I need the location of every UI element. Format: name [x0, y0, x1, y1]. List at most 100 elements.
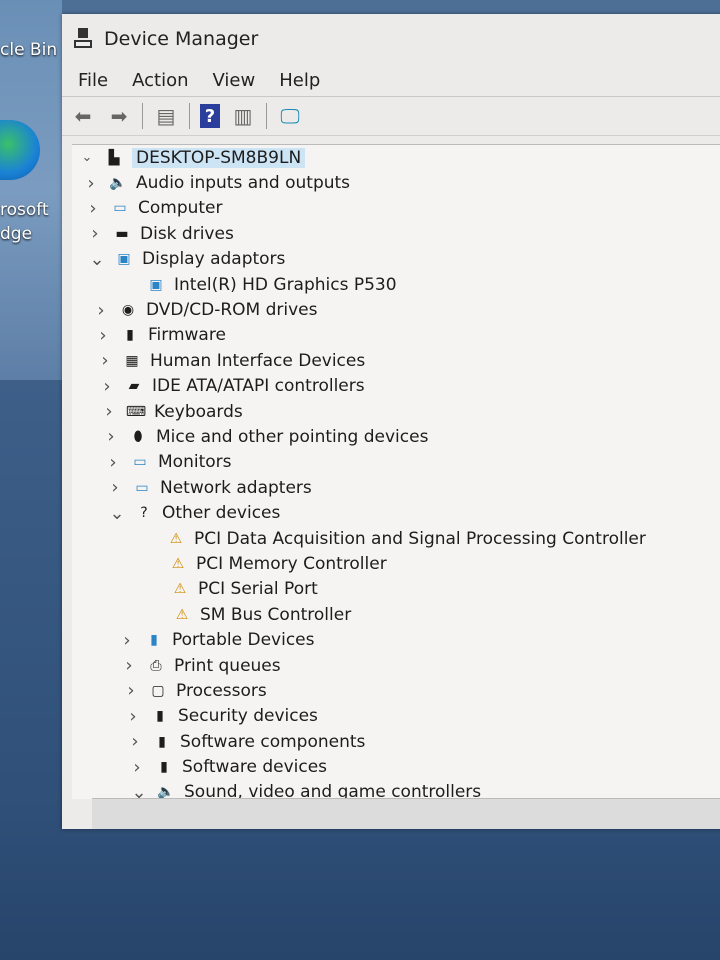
toolbar-divider — [189, 103, 190, 129]
tree-item-label: Software devices — [182, 757, 328, 778]
tree-item[interactable]: › ▮ Firmware — [72, 323, 720, 348]
tree-item-label: Sound, video and game controllers — [184, 782, 482, 799]
tree-item-label: IDE ATA/ATAPI controllers — [152, 376, 365, 397]
software-component-icon: ▮ — [158, 733, 166, 750]
tree-item[interactable]: › ▦ Human Interface Devices — [72, 348, 720, 373]
tree-item[interactable]: ⌄ ▣ Display adaptors — [72, 247, 720, 272]
toolbar: ⬅ ➡ ▤ ? ▥ 🖵 — [62, 97, 720, 136]
tree-item-label: Network adapters — [160, 477, 312, 498]
edge-label-1[interactable]: rosoft — [0, 200, 49, 220]
chevron-right-icon[interactable]: › — [126, 731, 144, 752]
device-tree: ⌄ ▙ DESKTOP-SM8B9LN › 🔈 Audio inputs and o… — [72, 144, 720, 799]
tree-item[interactable]: › ▢ Processors — [72, 678, 720, 703]
tree-item-label: Security devices — [178, 706, 318, 727]
tree-root[interactable]: ⌄ ▙ DESKTOP-SM8B9LN — [72, 145, 720, 170]
forward-arrow-icon[interactable]: ➡ — [106, 104, 132, 128]
portable-icon: ▮ — [150, 632, 158, 649]
chevron-right-icon[interactable]: › — [128, 757, 146, 778]
tree-item-label: Software components — [180, 731, 366, 752]
chevron-right-icon[interactable]: › — [86, 223, 104, 244]
chevron-right-icon[interactable]: › — [96, 350, 114, 371]
scan-hardware-icon[interactable]: 🖵 — [277, 104, 303, 128]
tree-item-label: Portable Devices — [172, 630, 315, 651]
chevron-right-icon[interactable]: › — [104, 452, 122, 473]
chevron-right-icon[interactable]: › — [122, 680, 140, 701]
title-bar: Device Manager — [62, 14, 720, 64]
tree-item[interactable]: › ◉ DVD/CD-ROM drives — [72, 297, 720, 322]
computer-icon: ▙ — [108, 149, 120, 166]
disk-icon: ▬ — [115, 225, 129, 242]
show-action-pane-icon[interactable]: ▥ — [230, 104, 256, 128]
tree-item[interactable]: › ▮ Software devices — [72, 754, 720, 779]
tree-item-label: PCI Serial Port — [198, 579, 318, 600]
menu-help[interactable]: Help — [279, 70, 320, 91]
tree-item-label: Print queues — [174, 655, 281, 676]
mouse-icon: ⬮ — [133, 428, 143, 445]
tree-item[interactable]: ▣ Intel(R) HD Graphics P530 — [72, 272, 720, 297]
ide-icon: ▰ — [128, 378, 140, 395]
tree-item[interactable]: › ▬ Disk drives — [72, 221, 720, 246]
toolbar-divider — [142, 103, 143, 129]
tree-item[interactable]: › ⎙ Print queues — [72, 653, 720, 678]
tree-item[interactable]: ⌄? Other devices — [72, 500, 720, 525]
tree-item[interactable]: › ▭ Network adapters — [72, 475, 720, 500]
edge-icon[interactable] — [0, 120, 40, 180]
chevron-down-icon[interactable]: ⌄ — [88, 249, 106, 270]
tree-item-label: Keyboards — [154, 401, 243, 422]
tree-item-label: DVD/CD-ROM drives — [146, 300, 318, 321]
chevron-right-icon[interactable]: › — [102, 426, 120, 447]
tree-item[interactable]: › ▭ Computer — [72, 196, 720, 221]
tree-item[interactable]: ⚠ SM Bus Controller — [72, 602, 720, 627]
recycle-bin-label[interactable]: cle Bin — [0, 40, 57, 60]
chevron-right-icon[interactable]: › — [94, 325, 112, 346]
chevron-right-icon[interactable]: › — [92, 300, 110, 321]
warning-device-icon: ⚠ — [171, 555, 185, 572]
chevron-right-icon[interactable]: › — [120, 655, 138, 676]
security-icon: ▮ — [156, 708, 164, 725]
network-icon: ▭ — [135, 479, 149, 496]
chevron-right-icon[interactable]: › — [100, 401, 118, 422]
tree-item[interactable]: › ⌨ Keyboards — [72, 399, 720, 424]
tree-item-label: Human Interface Devices — [150, 350, 366, 371]
back-arrow-icon[interactable]: ⬅ — [70, 104, 96, 128]
chevron-down-icon[interactable]: ⌄ — [78, 150, 96, 165]
tree-item[interactable]: › ▮ Portable Devices — [72, 627, 720, 652]
tree-item[interactable]: ⚠ PCI Serial Port — [72, 577, 720, 602]
tree-item[interactable]: ⌄ 🔈 Sound, video and game controllers — [72, 780, 720, 799]
chevron-right-icon[interactable]: › — [82, 173, 100, 194]
hid-icon: ▦ — [125, 352, 139, 369]
tree-item[interactable]: › 🔈 Audio inputs and outputs — [72, 170, 720, 195]
warning-device-icon: ⚠ — [169, 530, 183, 547]
printer-icon: ⎙ — [150, 657, 162, 674]
chevron-right-icon[interactable]: › — [124, 706, 142, 727]
tree-item-label: Disk drives — [140, 223, 234, 244]
horizontal-scrollbar[interactable] — [92, 798, 720, 829]
chevron-down-icon[interactable]: ⌄ — [130, 782, 148, 799]
tree-item[interactable]: › ⬮ Mice and other pointing devices — [72, 424, 720, 449]
tree-item[interactable]: › ▮ Software components — [72, 729, 720, 754]
tree-item-label: Intel(R) HD Graphics P530 — [174, 274, 397, 295]
chevron-right-icon[interactable]: › — [118, 630, 136, 651]
menu-view[interactable]: View — [213, 70, 256, 91]
chevron-down-icon[interactable]: ⌄ — [108, 503, 126, 524]
tree-item[interactable]: ⚠ PCI Memory Controller — [72, 551, 720, 576]
chevron-right-icon[interactable]: › — [98, 376, 116, 397]
help-icon[interactable]: ? — [200, 104, 220, 128]
dvd-icon: ◉ — [121, 302, 135, 319]
tree-item[interactable]: › ▰ IDE ATA/ATAPI controllers — [72, 374, 720, 399]
tree-item[interactable]: › ▮ Security devices — [72, 704, 720, 729]
tree-item-label: SM Bus Controller — [200, 604, 352, 625]
root-label: DESKTOP-SM8B9LN — [132, 147, 306, 168]
menu-bar: File Action View Help — [62, 64, 720, 97]
menu-action[interactable]: Action — [132, 70, 188, 91]
menu-file[interactable]: File — [78, 70, 108, 91]
monitor-icon: ▭ — [113, 200, 127, 217]
chevron-right-icon[interactable]: › — [84, 198, 102, 219]
device-manager-window: Device Manager File Action View Help ⬅ ➡… — [62, 14, 720, 829]
show-hide-console-tree-icon[interactable]: ▤ — [153, 104, 179, 128]
edge-label-2[interactable]: dge — [0, 224, 32, 244]
tree-item[interactable]: ⚠ PCI Data Acquisition and Signal Process… — [72, 526, 720, 551]
chevron-right-icon[interactable]: › — [106, 477, 124, 498]
speaker-icon: 🔈 — [109, 175, 127, 192]
tree-item[interactable]: › ▭ Monitors — [72, 450, 720, 475]
